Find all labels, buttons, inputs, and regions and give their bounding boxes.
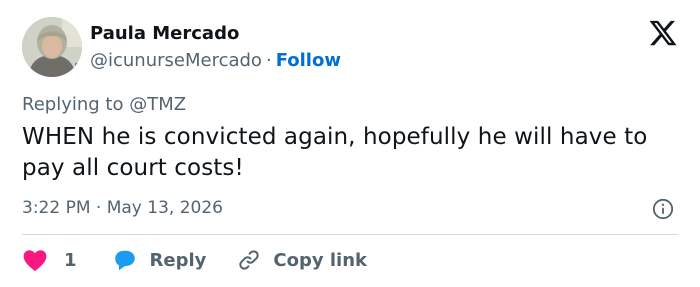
speech-bubble-icon: [114, 250, 135, 271]
avatar[interactable]: [22, 17, 82, 77]
replying-to[interactable]: Replying to @TMZ: [22, 94, 186, 116]
link-icon: [239, 250, 260, 270]
x-logo-icon[interactable]: [648, 18, 678, 48]
follow-button[interactable]: Follow: [276, 50, 341, 71]
author-meta: @icunurseMercado · Follow: [90, 49, 341, 73]
copy-link-label: Copy link: [273, 249, 367, 271]
meta-separator: ·: [265, 50, 272, 71]
tweet-card: Paula Mercado @icunurseMercado · Follow Re…: [0, 0, 700, 287]
like-button[interactable]: 1: [22, 248, 77, 272]
info-icon[interactable]: [652, 198, 674, 220]
like-count: 1: [64, 249, 77, 271]
author-handle[interactable]: @icunurseMercado: [90, 50, 262, 71]
author-name[interactable]: Paula Mercado: [90, 22, 341, 46]
reply-label: Reply: [149, 249, 207, 271]
tweet-timestamp[interactable]: 3:22 PM · May 13, 2026: [22, 197, 223, 219]
copy-link-button[interactable]: Copy link: [236, 248, 367, 272]
tweet-text: WHEN he is convicted again, hopefully he…: [22, 124, 648, 181]
heart-icon: [23, 250, 47, 272]
divider: [22, 234, 678, 235]
action-bar: 1 Reply Copy link: [22, 246, 367, 274]
avatar-image: [22, 17, 82, 77]
author-block: Paula Mercado @icunurseMercado · Follow: [90, 22, 341, 73]
reply-button[interactable]: Reply: [112, 248, 207, 272]
